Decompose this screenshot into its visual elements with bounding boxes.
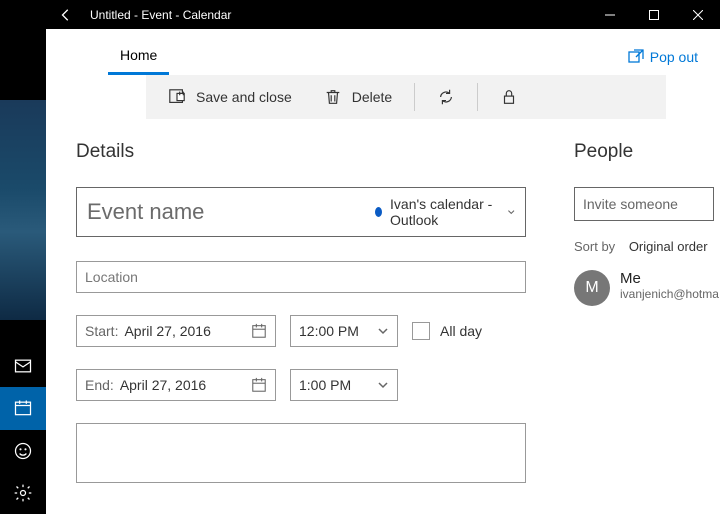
settings-icon[interactable] bbox=[0, 472, 46, 514]
sort-label: Sort by bbox=[574, 239, 615, 254]
location-input[interactable] bbox=[85, 269, 517, 285]
refresh-button[interactable] bbox=[423, 75, 469, 119]
event-name-box: Ivan's calendar - Outlook bbox=[76, 187, 526, 237]
end-row: End: April 27, 2016 1:00 PM bbox=[76, 369, 526, 401]
details-heading: Details bbox=[76, 141, 526, 163]
calendar-picker[interactable]: Ivan's calendar - Outlook bbox=[375, 196, 515, 228]
all-day-label: All day bbox=[440, 323, 482, 339]
start-date-picker[interactable]: Start: April 27, 2016 bbox=[76, 315, 276, 347]
tab-home[interactable]: Home bbox=[108, 35, 169, 75]
sort-value: Original order bbox=[629, 239, 708, 254]
popout-icon bbox=[628, 49, 644, 65]
end-date-value: April 27, 2016 bbox=[120, 377, 206, 393]
calendar-icon bbox=[251, 323, 267, 339]
trash-icon bbox=[324, 88, 342, 106]
person-email: ivanjenich@hotma bbox=[620, 287, 719, 301]
lock-icon bbox=[500, 88, 518, 106]
all-day-toggle[interactable]: All day bbox=[412, 322, 482, 340]
chevron-down-icon bbox=[507, 206, 515, 218]
calendar-name: Ivan's calendar - Outlook bbox=[390, 196, 499, 228]
calendar-icon bbox=[251, 377, 267, 393]
popout-button[interactable]: Pop out bbox=[628, 49, 698, 75]
chevron-down-icon bbox=[377, 325, 389, 337]
window-title: Untitled - Event - Calendar bbox=[86, 8, 588, 22]
invite-input[interactable] bbox=[583, 196, 705, 212]
save-close-label: Save and close bbox=[196, 89, 292, 105]
sort-row[interactable]: Sort by Original order bbox=[574, 239, 720, 254]
description-box[interactable] bbox=[76, 423, 526, 483]
back-button[interactable] bbox=[46, 8, 86, 22]
chevron-down-icon bbox=[377, 379, 389, 391]
delete-button[interactable]: Delete bbox=[310, 75, 406, 119]
maximize-button[interactable] bbox=[632, 0, 676, 29]
start-label: Start: bbox=[85, 323, 118, 339]
calendar-app-icon[interactable] bbox=[0, 387, 46, 429]
end-time-picker[interactable]: 1:00 PM bbox=[290, 369, 398, 401]
person-me[interactable]: M Me ivanjenich@hotma bbox=[574, 270, 720, 306]
ribbon-tabs: Home Pop out bbox=[46, 29, 720, 75]
end-label: End: bbox=[85, 377, 114, 393]
location-box bbox=[76, 261, 526, 293]
details-column: Details Ivan's calendar - Outlook Start: bbox=[46, 141, 554, 514]
end-date-picker[interactable]: End: April 27, 2016 bbox=[76, 369, 276, 401]
start-time-value: 12:00 PM bbox=[299, 323, 359, 339]
event-name-input[interactable] bbox=[87, 199, 375, 225]
start-row: Start: April 27, 2016 12:00 PM All day bbox=[76, 315, 526, 347]
save-close-button[interactable]: Save and close bbox=[154, 75, 306, 119]
people-heading: People bbox=[574, 141, 720, 163]
person-name: Me bbox=[620, 270, 719, 287]
titlebar: Untitled - Event - Calendar bbox=[46, 0, 720, 29]
close-button[interactable] bbox=[676, 0, 720, 29]
calendar-color-dot bbox=[375, 207, 382, 217]
refresh-icon bbox=[437, 88, 455, 106]
end-time-value: 1:00 PM bbox=[299, 377, 351, 393]
popout-label: Pop out bbox=[650, 49, 698, 65]
save-icon bbox=[168, 88, 186, 106]
all-day-checkbox[interactable] bbox=[412, 322, 430, 340]
minimize-button[interactable] bbox=[588, 0, 632, 29]
avatar: M bbox=[574, 270, 610, 306]
toolbar-divider bbox=[414, 83, 415, 111]
event-window: Untitled - Event - Calendar Home Pop out bbox=[46, 0, 720, 514]
feedback-icon[interactable] bbox=[0, 430, 46, 472]
people-column: People Sort by Original order M Me ivanj… bbox=[554, 141, 720, 514]
start-time-picker[interactable]: 12:00 PM bbox=[290, 315, 398, 347]
toolbar: Save and close Delete bbox=[146, 75, 666, 119]
toolbar-divider bbox=[477, 83, 478, 111]
mail-app-icon[interactable] bbox=[0, 345, 46, 387]
delete-label: Delete bbox=[352, 89, 392, 105]
desktop-peek bbox=[0, 100, 46, 320]
private-button[interactable] bbox=[486, 75, 532, 119]
content-area: Details Ivan's calendar - Outlook Start: bbox=[46, 119, 720, 514]
invite-box bbox=[574, 187, 714, 221]
start-date-value: April 27, 2016 bbox=[124, 323, 210, 339]
app-rail bbox=[0, 0, 46, 514]
